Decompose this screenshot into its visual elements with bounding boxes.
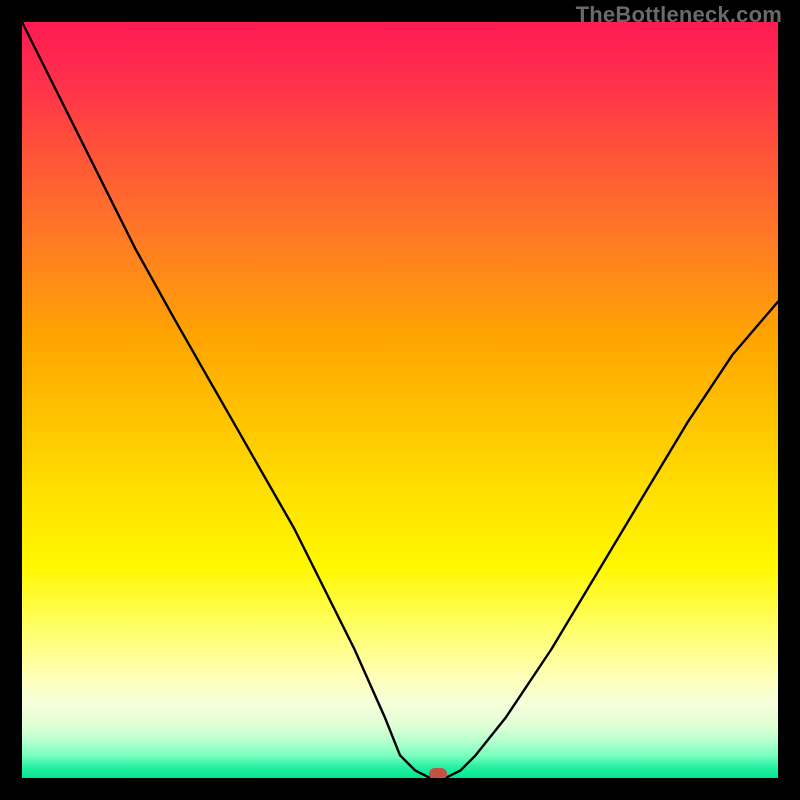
chart-frame: TheBottleneck.com [0, 0, 800, 800]
optimal-point-marker [429, 768, 447, 778]
plot-area [22, 22, 778, 778]
watermark-label: TheBottleneck.com [576, 2, 782, 28]
bottleneck-curve [22, 22, 778, 778]
